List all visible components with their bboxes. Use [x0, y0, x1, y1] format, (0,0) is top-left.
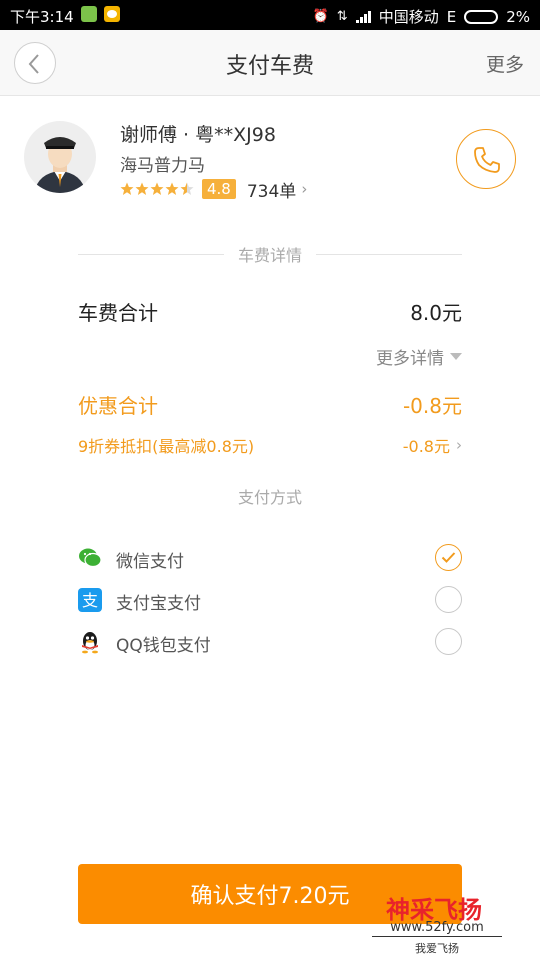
- watermark: 神采飞扬 www.52fy.com 我爱飞扬: [372, 890, 502, 956]
- star-icon: [120, 182, 134, 195]
- signal-icon: [355, 10, 371, 23]
- half-star-icon: [180, 182, 194, 195]
- star-icon: [150, 182, 164, 195]
- call-driver-button[interactable]: [456, 129, 516, 189]
- payment-option-wechat[interactable]: 微信支付: [78, 543, 462, 573]
- watermark-subtitle: 我爱飞扬: [415, 942, 459, 955]
- status-bar: 下午3:14 ⏰ ⇅ 中国移动 E 2%: [0, 0, 540, 30]
- fee-total-label: 车费合计: [78, 300, 158, 325]
- star-icon: [135, 182, 149, 195]
- radio-selected[interactable]: [435, 544, 462, 571]
- chevron-right-icon: ›: [301, 180, 308, 198]
- page-title: 支付车费: [225, 54, 314, 79]
- order-count: 734单: [246, 181, 297, 202]
- rating-row[interactable]: 4.8 734单 ›: [120, 178, 308, 202]
- star-rating: [120, 182, 194, 196]
- fee-section-header: 车费详情: [78, 244, 463, 265]
- discount-total-row: 优惠合计 -0.8元: [78, 390, 462, 418]
- fee-total-row: 车费合计 8.0元: [78, 297, 462, 325]
- star-icon: [165, 182, 179, 195]
- payment-section-title: 支付方式: [237, 488, 302, 507]
- payment-option-label: QQ钱包支付: [116, 636, 211, 656]
- fee-total-value: 8.0元: [410, 300, 462, 325]
- alarm-icon: ⏰: [312, 9, 329, 24]
- more-details-label: 更多详情: [376, 349, 444, 369]
- payment-option-alipay[interactable]: 支 支付宝支付: [78, 585, 462, 615]
- chevron-right-icon: ›: [456, 436, 462, 454]
- notification-app-icon-2: [104, 6, 120, 22]
- payment-section-header: 支付方式: [78, 486, 462, 507]
- discount-total-value: -0.8元: [402, 393, 462, 418]
- coupon-value: -0.8元: [402, 437, 450, 456]
- more-details-toggle[interactable]: 更多详情: [376, 344, 462, 369]
- divider: [78, 253, 224, 255]
- wechat-icon: [79, 548, 102, 568]
- coupon-value-group: -0.8元 ›: [403, 433, 462, 457]
- svg-text:支: 支: [82, 591, 98, 610]
- car-model: 海马普力马: [120, 156, 205, 176]
- watermark-url: www.52fy.com: [372, 920, 502, 937]
- radio-unselected[interactable]: [435, 628, 462, 655]
- carrier-name: 中国移动: [378, 8, 439, 26]
- coupon-row[interactable]: 9折券抵扣(最高减0.8元) -0.8元 ›: [78, 433, 462, 457]
- caret-down-icon: [450, 353, 462, 360]
- payment-option-qq[interactable]: QQ钱包支付: [78, 627, 462, 657]
- vibrate-icon: ⇅: [336, 9, 348, 24]
- payment-option-label: 支付宝支付: [116, 594, 201, 614]
- discount-total-label: 优惠合计: [78, 393, 158, 418]
- more-button[interactable]: 更多: [486, 50, 524, 77]
- payment-option-label: 微信支付: [116, 552, 184, 572]
- driver-avatar: [24, 121, 96, 193]
- coupon-label: 9折券抵扣(最高减0.8元): [78, 437, 255, 456]
- network-type: E: [446, 7, 457, 26]
- battery-icon: [464, 9, 499, 24]
- rating-score-badge: 4.8: [202, 179, 236, 199]
- status-time: 下午3:14: [10, 8, 74, 26]
- divider: [316, 253, 463, 255]
- battery-level: 2%: [506, 7, 530, 26]
- notification-app-icon: [81, 6, 97, 22]
- qq-icon: [82, 632, 98, 654]
- radio-unselected[interactable]: [435, 586, 462, 613]
- alipay-icon: 支: [78, 588, 102, 612]
- status-indicators: ⏰ ⇅ 中国移动 E 2%: [313, 6, 530, 27]
- driver-name: 谢师傅 · 粤**XJ98: [120, 124, 276, 146]
- header-bar: 支付车费 更多: [0, 30, 540, 96]
- phone-icon: [474, 147, 500, 173]
- check-icon: [441, 552, 456, 563]
- fee-section-title: 车费详情: [238, 246, 303, 265]
